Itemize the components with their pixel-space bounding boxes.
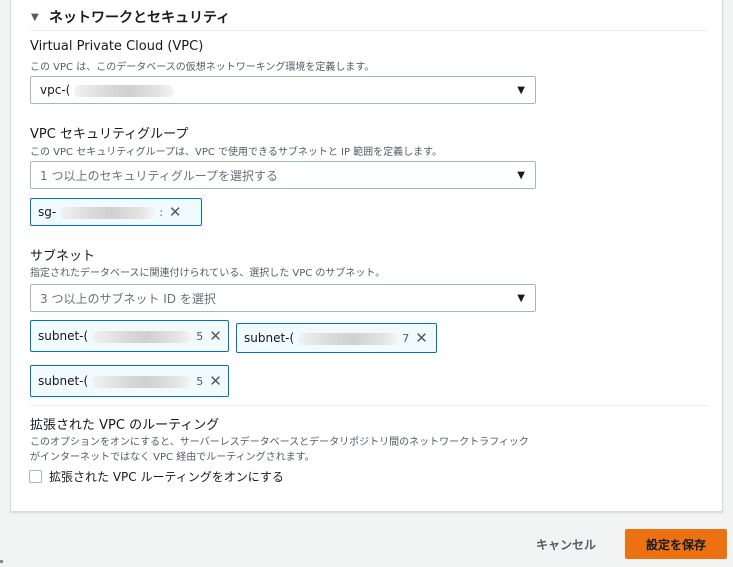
divider: [30, 405, 708, 406]
routing-label: 拡張された VPC のルーティング: [30, 418, 220, 433]
subnet-label: サブネット: [30, 249, 96, 264]
token-prefix: subnet-(: [244, 331, 295, 345]
token-label: sg-: [38, 205, 159, 219]
triangle-down-icon: ▼: [517, 169, 525, 181]
token-suffix: :: [159, 205, 163, 219]
vpc-description: この VPC は、このデータベースの仮想ネットワーキング環境を定義します。: [30, 62, 375, 73]
token-suffix: 5: [196, 329, 204, 343]
section-header[interactable]: ▼ ネットワークとセキュリティ: [31, 7, 230, 27]
vpc-select-value: vpc-(: [40, 83, 517, 97]
token-label: subnet-(: [38, 329, 196, 343]
token-prefix: subnet-(: [38, 374, 89, 388]
token-prefix: subnet-(: [38, 329, 89, 343]
security-group-token: sg- : ✕: [30, 198, 202, 226]
redacted-text: [92, 375, 193, 388]
enhanced-routing-checkbox-label[interactable]: 拡張された VPC ルーティングをオンにする: [49, 468, 284, 485]
redacted-text: [60, 206, 156, 219]
subnet-select[interactable]: 3 つ以上のサブネット ID を選択 ▼: [30, 284, 536, 312]
enhanced-routing-checkbox[interactable]: [29, 470, 42, 483]
token-suffix: 7: [402, 331, 410, 345]
vpc-select[interactable]: vpc-( ▼: [30, 76, 536, 104]
network-security-panel: ▼ ネットワークとセキュリティ Virtual Private Cloud (V…: [10, 0, 723, 512]
security-group-label: VPC セキュリティグループ: [30, 127, 189, 142]
close-icon[interactable]: ✕: [209, 373, 222, 389]
token-label: subnet-(: [244, 331, 402, 345]
routing-description-line2: がインターネットではなく VPC 経由でルーティングされます。: [30, 452, 315, 463]
subnet-token: subnet-( 5 ✕: [30, 320, 229, 352]
redacted-text: [92, 330, 193, 343]
enhanced-routing-option[interactable]: 拡張された VPC ルーティングをオンにする: [29, 468, 284, 485]
redacted-text: [298, 332, 399, 345]
close-icon[interactable]: ✕: [209, 328, 222, 344]
triangle-down-icon: ▼: [517, 292, 525, 304]
section-title: ネットワークとセキュリティ: [49, 10, 231, 26]
subnet-token: subnet-( 5 ✕: [30, 365, 229, 397]
token-label: subnet-(: [38, 374, 196, 388]
subnet-placeholder: 3 つ以上のサブネット ID を選択: [40, 291, 216, 306]
vpc-label: Virtual Private Cloud (VPC): [30, 39, 204, 54]
routing-description-line1: このオプションをオンにすると、サーバーレスデータベースとデータリポジトリ間のネッ…: [30, 437, 529, 448]
subnet-description: 指定されたデータベースに関連付けられている、選択した VPC のサブネット。: [30, 268, 386, 279]
vpc-value-text: vpc-(: [40, 83, 71, 97]
security-group-placeholder: 1 つ以上のセキュリティグループを選択する: [40, 168, 279, 183]
caret-down-icon[interactable]: ▼: [31, 12, 43, 23]
cancel-button[interactable]: キャンセル: [528, 531, 604, 557]
scroll-edge-marker: [0, 560, 3, 563]
token-prefix: sg-: [38, 205, 57, 219]
redacted-text: [74, 84, 175, 97]
triangle-down-icon: ▼: [517, 84, 525, 96]
security-group-description: この VPC セキュリティグループは、VPC で使用できるサブネットと IP 範…: [30, 147, 443, 158]
subnet-token: subnet-( 7 ✕: [236, 323, 437, 353]
save-button[interactable]: 設定を保存: [625, 529, 727, 559]
close-icon[interactable]: ✕: [169, 204, 182, 220]
close-icon[interactable]: ✕: [415, 330, 428, 346]
token-suffix: 5: [196, 374, 204, 388]
divider: [30, 30, 708, 31]
security-group-select[interactable]: 1 つ以上のセキュリティグループを選択する ▼: [30, 161, 536, 189]
